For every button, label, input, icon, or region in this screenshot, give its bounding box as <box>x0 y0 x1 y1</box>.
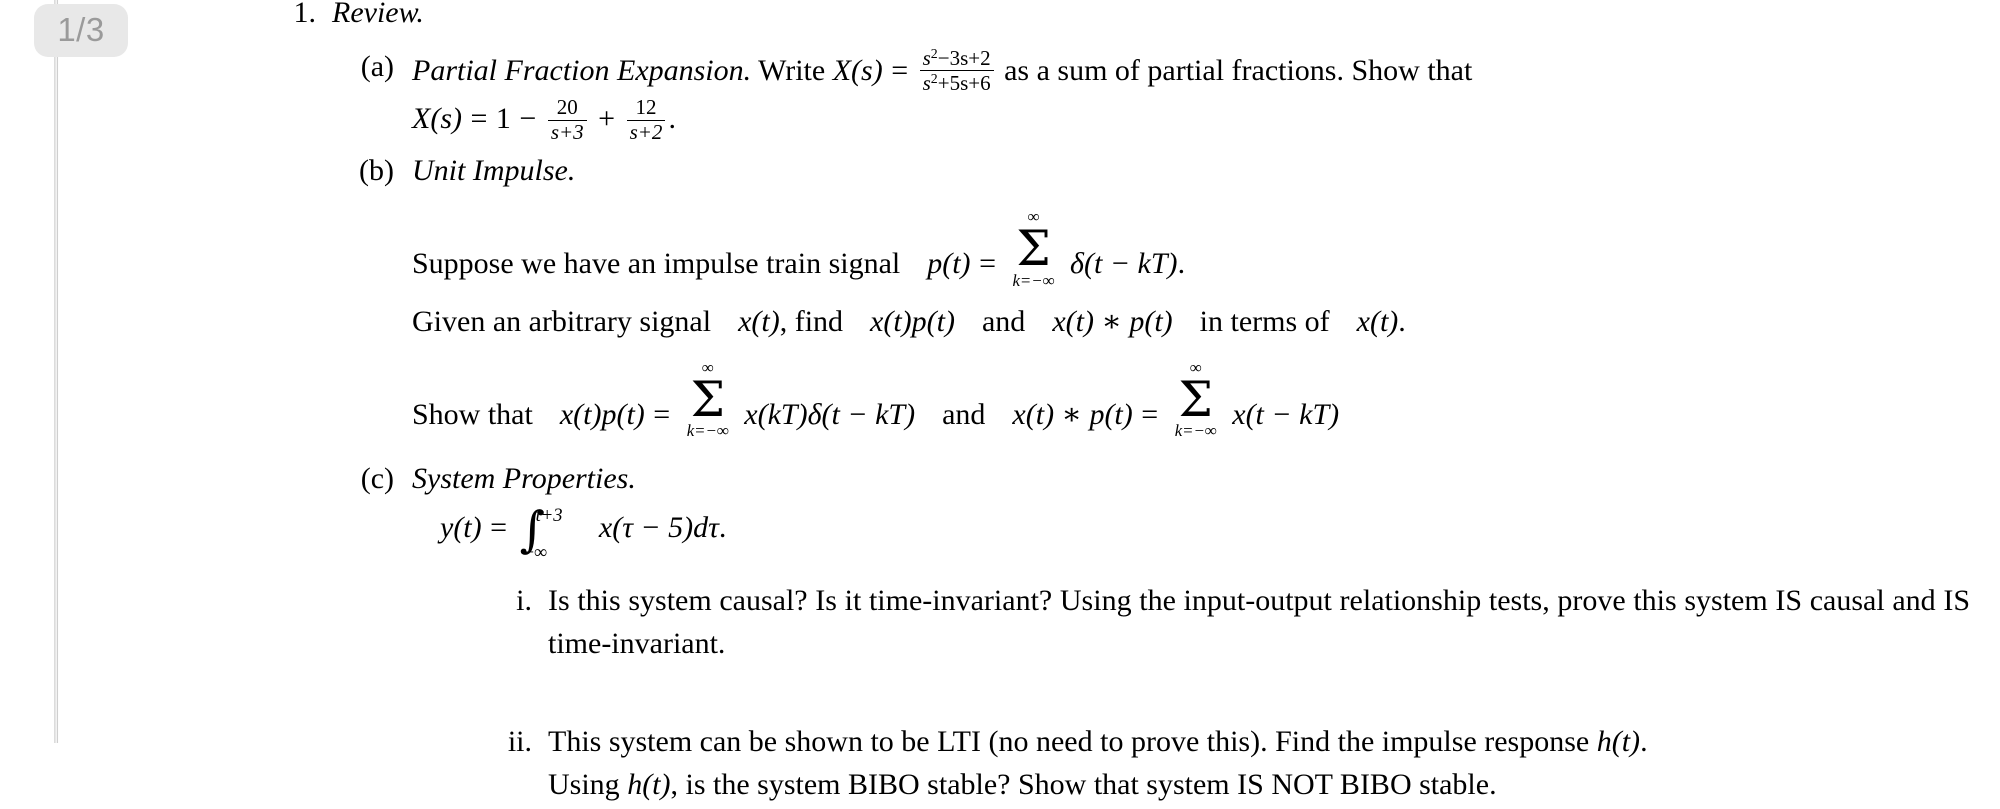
result-minus: − <box>519 102 537 136</box>
summation-symbol: ∞ Σ k=−∞ <box>686 359 729 441</box>
show-that-pre: Show that <box>412 397 533 431</box>
result-lhs: X(s) <box>412 102 462 136</box>
subpart-item-ii: ii. This system can be shown to be LTI (… <box>486 721 1970 806</box>
fraction-denominator: s2+5s+6 <box>919 70 994 96</box>
show-that-expr-1: x(kT)δ(t − kT) <box>744 397 916 431</box>
given-seg-3: and <box>981 305 1026 339</box>
part-c-equation: y(t) = ∫ t+3 −∞ x(τ − 5)dτ. <box>412 505 1970 563</box>
subpart-ii-period: . <box>1640 725 1648 759</box>
subpart-ii-line2-pre: Using <box>548 768 620 802</box>
result-period: . <box>668 102 676 136</box>
system-equals: = <box>490 510 508 544</box>
integral-lower-limit: −∞ <box>523 542 548 564</box>
part-marker-b: (b) <box>359 154 394 188</box>
show-that-line: Show that x(t)p(t) = ∞ Σ k=−∞ x(kT)δ(t −… <box>412 359 1970 441</box>
summation-symbol: ∞ Σ k=−∞ <box>1012 208 1055 290</box>
part-marker-a: (a) <box>360 49 394 83</box>
given-math-3: x(t) ∗ p(t) <box>1052 305 1173 339</box>
part-item-b: (b) Unit Impulse. Suppose we have an imp… <box>332 150 1970 440</box>
part-a-equals: = <box>891 53 909 87</box>
summation-symbol: ∞ Σ k=−∞ <box>1174 359 1217 441</box>
subparts-list: i. Is this system causal? Is it time-inv… <box>486 580 1970 806</box>
impulse-train-pre: Suppose we have an impulse train signal <box>412 246 901 280</box>
result-fraction-1: 20 s+3 <box>547 96 587 144</box>
part-a-equation: X(s) = s2−3s+2 s2+5s+6 <box>832 46 1004 95</box>
impulse-train-expr: δ(t − kT) <box>1070 246 1178 280</box>
result-one: 1 <box>495 102 511 136</box>
subpart-marker-i: i. <box>516 584 532 618</box>
system-lhs: y(t) <box>440 510 482 544</box>
part-a-text-after: as a sum of partial fractions. Show that <box>1004 53 1473 87</box>
subpart-ii-math-h: h(t) <box>1596 725 1641 759</box>
integral-upper-limit: t+3 <box>535 505 563 527</box>
impulse-train-period: . <box>1177 246 1186 280</box>
parts-list: (a) Partial Fraction Expansion. Write X(… <box>332 46 1970 807</box>
sum-lower-limit: k=−∞ <box>1012 270 1055 290</box>
subpart-ii-math-h2: h(t) <box>627 768 671 802</box>
show-that-expr-2: x(t − kT) <box>1232 397 1340 431</box>
result-fraction-2: 12 s+2 <box>626 96 666 144</box>
part-a-text-before: Write <box>758 53 826 87</box>
given-seg-5: . <box>1398 305 1406 339</box>
part-marker-c: (c) <box>360 462 394 496</box>
show-that-and: and <box>942 397 986 431</box>
result-plus: + <box>598 102 616 136</box>
subpart-ii-text-pre: This system can be shown to be LTI (no n… <box>548 725 1590 759</box>
show-that-equals-1: = <box>653 397 671 431</box>
given-math-2: x(t)p(t) <box>870 305 955 339</box>
sigma-glyph: Σ <box>690 371 725 428</box>
part-b-title: Unit Impulse. <box>412 154 576 188</box>
sigma-glyph: Σ <box>1178 371 1213 428</box>
given-arbitrary-line: Given an arbitrary signal x(t), find x(t… <box>412 299 1970 346</box>
part-item-c: (c) System Properties. y(t) = ∫ t+3 −∞ x… <box>332 458 1970 806</box>
impulse-train-line: Suppose we have an impulse train signal … <box>412 208 1970 290</box>
subpart-body-ii: This system can be shown to be LTI (no n… <box>548 721 1970 806</box>
problem-marker: 1. <box>293 0 317 29</box>
subpart-ii-line2-post: , is the system BIBO stable? Show that s… <box>670 768 1497 802</box>
part-a-paragraph: Partial Fraction Expansion. Write X(s) =… <box>412 46 1970 96</box>
show-that-lhs-1: x(t)p(t) <box>559 397 645 431</box>
sigma-glyph: Σ <box>1016 220 1051 277</box>
given-seg-1: Given an arbitrary signal <box>412 305 712 339</box>
given-seg-2: , find <box>779 305 844 339</box>
problem-item-1: 1. Review. (a) Partial Fraction Expansio… <box>270 0 1971 809</box>
part-a-result-equation: X(s) = 1 − 20 s+3 + 12 s+2 . <box>412 96 1970 144</box>
part-c-title: System Properties. <box>412 462 636 496</box>
part-a-title: Partial Fraction Expansion. <box>412 53 752 87</box>
show-that-lhs-2: x(t) ∗ p(t) <box>1012 397 1133 431</box>
show-that-equals-2: = <box>1141 397 1159 431</box>
subpart-i-text: Is this system causal? Is it time-invari… <box>548 584 1970 660</box>
subpart-item-i: i. Is this system causal? Is it time-inv… <box>486 580 1970 665</box>
system-period: . <box>718 510 727 544</box>
sum-lower-limit: k=−∞ <box>686 421 729 441</box>
impulse-train-equals: = <box>979 246 996 280</box>
result-equals: = <box>470 102 488 136</box>
problem-body: Review. (a) Partial Fraction Expansion. … <box>332 0 1970 809</box>
integrand: x(τ − 5)dτ <box>598 510 719 544</box>
part-a-lhs: X(s) <box>832 53 883 87</box>
problem-title: Review. <box>332 0 424 29</box>
document-page: 1. Review. (a) Partial Fraction Expansio… <box>0 0 2000 801</box>
problem-list: 1. Review. (a) Partial Fraction Expansio… <box>270 0 1971 809</box>
subpart-ii-line-2: Using h(t), is the system BIBO stable? S… <box>548 764 1970 807</box>
sum-lower-limit: k=−∞ <box>1174 421 1217 441</box>
part-body-b: Unit Impulse. Suppose we have an impulse… <box>412 150 1970 440</box>
subpart-body-i: Is this system causal? Is it time-invari… <box>548 580 1970 665</box>
impulse-train-lhs: p(t) <box>927 246 971 280</box>
integral-symbol: ∫ t+3 −∞ <box>520 505 563 563</box>
given-math-1: x(t) <box>738 305 780 339</box>
part-item-a: (a) Partial Fraction Expansion. Write X(… <box>332 46 1970 145</box>
given-math-4: x(t) <box>1356 305 1399 339</box>
part-body-a: Partial Fraction Expansion. Write X(s) =… <box>412 46 1970 145</box>
part-body-c: System Properties. y(t) = ∫ t+3 −∞ x(τ −… <box>412 458 1970 806</box>
part-a-fraction: s2−3s+2 s2+5s+6 <box>919 45 994 96</box>
given-seg-4: in terms of <box>1199 305 1330 339</box>
fraction-numerator: s2−3s+2 <box>922 45 991 70</box>
